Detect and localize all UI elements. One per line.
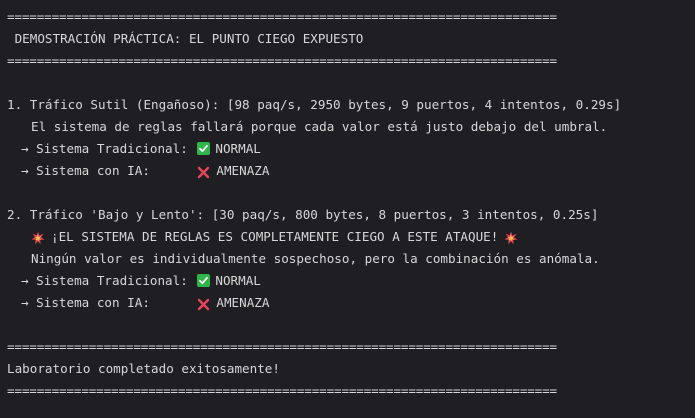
separator-line: ========================================… [7, 9, 557, 24]
case2-traditional-result: NORMAL [215, 273, 261, 288]
case1-ai-row: → Sistema con IA: AMENAZA [7, 160, 695, 182]
demo-title: DEMOSTRACIÓN PRÁCTICA: EL PUNTO CIEGO EX… [7, 31, 364, 46]
case1-ai-result: AMENAZA [216, 163, 270, 178]
case2-alert-text: ¡EL SISTEMA DE REGLAS ES COMPLETAMENTE C… [51, 229, 499, 244]
case1-traditional-label: → Sistema Tradicional: [21, 141, 196, 156]
separator-line: ========================================… [7, 53, 557, 68]
separator-line: ========================================… [7, 339, 557, 354]
check-mark-icon [197, 274, 211, 287]
collision-icon [504, 230, 518, 244]
case2-heading: 2. Tráfico 'Bajo y Lento': [30 paq/s, 80… [7, 207, 599, 222]
case2-traditional-label: → Sistema Tradicional: [21, 273, 196, 288]
cross-mark-icon [197, 296, 210, 311]
case2-note: Ningún valor es individualmente sospecho… [31, 251, 600, 266]
case2-ai-row: → Sistema con IA: AMENAZA [7, 292, 695, 314]
case2-traditional-row: → Sistema Tradicional: NORMAL [7, 270, 695, 292]
case1-heading: 1. Tráfico Sutil (Engañoso): [98 paq/s, … [7, 97, 622, 112]
case2-alert-row: ¡EL SISTEMA DE REGLAS ES COMPLETAMENTE C… [7, 226, 695, 248]
separator-line: ========================================… [7, 383, 557, 398]
case2-ai-label: → Sistema con IA: [21, 295, 196, 310]
check-mark-icon [197, 142, 211, 155]
case1-note: El sistema de reglas fallará porque cada… [31, 119, 608, 134]
terminal-output: ========================================… [0, 0, 695, 418]
completion-message: Laboratorio completado exitosamente! [7, 361, 280, 376]
collision-icon [31, 230, 45, 244]
cross-mark-icon [197, 164, 210, 179]
case1-ai-label: → Sistema con IA: [21, 163, 196, 178]
case1-traditional-row: → Sistema Tradicional: NORMAL [7, 138, 695, 160]
case1-traditional-result: NORMAL [215, 141, 261, 156]
case2-ai-result: AMENAZA [216, 295, 270, 310]
